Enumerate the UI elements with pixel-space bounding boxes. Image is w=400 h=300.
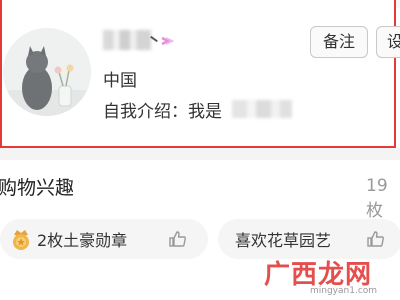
medal-icon (9, 227, 33, 251)
settings-button[interactable]: 设 (376, 26, 400, 58)
interest-chip[interactable]: 喜欢花草园艺 (218, 219, 400, 259)
nickname-redacted (103, 30, 151, 50)
thumbs-up-icon[interactable] (366, 229, 386, 249)
interest-chip-label: 2枚土豪勋章 (37, 231, 128, 250)
intro-redacted (232, 100, 292, 118)
note-button[interactable]: 备注 (310, 26, 368, 58)
section-divider (0, 148, 400, 160)
profile-intro: 自我介绍：我是 (103, 102, 222, 122)
watermark-url: mingyan1.com (310, 286, 378, 296)
cat-photo (3, 28, 91, 116)
interests-count[interactable]: 19枚 (366, 176, 400, 221)
interests-title: 购物兴趣 (0, 177, 75, 199)
interest-chip[interactable]: 2枚土豪勋章 (0, 219, 208, 259)
profile-location: 中国 (103, 71, 137, 91)
gender-icon (160, 34, 176, 48)
avatar[interactable] (3, 28, 91, 116)
interest-chip-label: 喜欢花草园艺 (235, 231, 332, 250)
thumbs-up-icon[interactable] (168, 229, 188, 249)
